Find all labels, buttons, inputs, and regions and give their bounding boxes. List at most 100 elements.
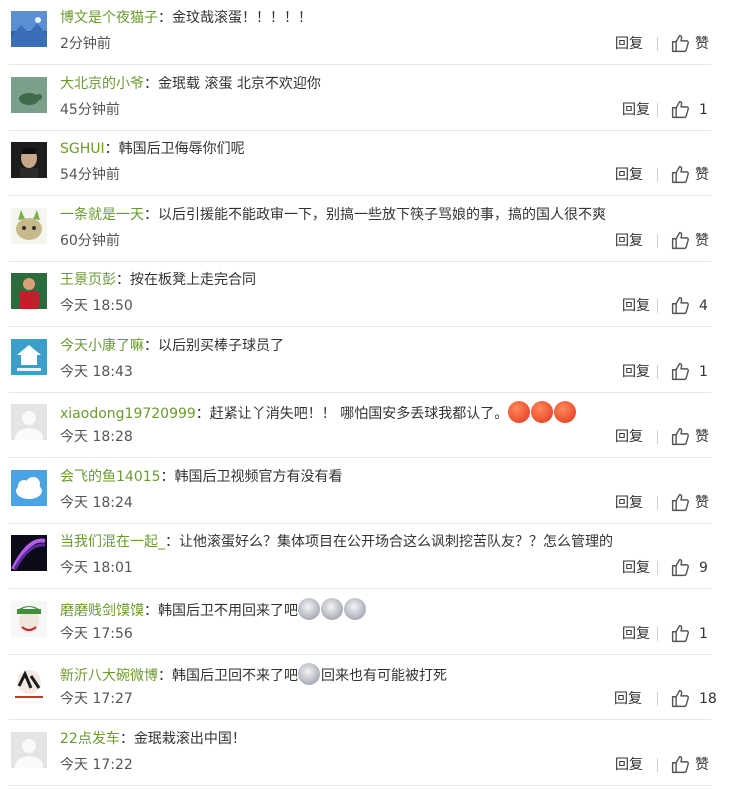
username-link[interactable]: 会飞的鱼14015: [60, 469, 161, 485]
like-button[interactable]: 4: [670, 295, 708, 317]
avatar[interactable]: [11, 600, 47, 637]
like-button[interactable]: 赞: [670, 164, 709, 186]
comment-content: 新沂八大碗微博：韩国后卫回不来了吧 回来也有可能被打死: [60, 663, 711, 686]
avatar[interactable]: [11, 404, 47, 440]
like-count: 1: [699, 625, 708, 642]
comment-text: 以后引援能不能政审一下，别搞一些放下筷子骂娘的事，搞的国人很不爽: [158, 206, 606, 223]
thumbs-up-icon: [670, 230, 691, 252]
reply-button[interactable]: 回复: [622, 624, 650, 644]
fish-face-emoji: [344, 597, 366, 620]
username-link[interactable]: 博文是个夜猫子: [60, 10, 158, 26]
reply-button[interactable]: 回复: [614, 689, 642, 709]
like-count: 18: [699, 691, 717, 707]
avatar[interactable]: [11, 731, 47, 768]
comment-content: 磨磨贱剑馍馍：韩国后卫不用回来了吧: [60, 597, 711, 621]
username-link[interactable]: 新沂八大碗微博: [60, 668, 158, 684]
like-button[interactable]: 赞: [670, 492, 709, 514]
reply-button[interactable]: 回复: [615, 755, 643, 775]
avatar[interactable]: [11, 76, 47, 113]
comment-content: xiaodong19720999：赶紧让丫消失吧！！ 哪怕国安多丢球我都认了。: [60, 401, 711, 424]
colon-separator: ：: [144, 75, 158, 92]
timestamp: 今天 18:24: [60, 494, 133, 511]
like-button[interactable]: 赞: [670, 33, 709, 55]
username-link[interactable]: 当我们混在一起_: [60, 534, 165, 550]
colon-separator: ：: [144, 602, 158, 619]
action-divider: [657, 364, 658, 379]
comment-content: SGHUI：韩国后卫侮辱你们呢: [60, 139, 711, 159]
timestamp: 今天 17:56: [60, 625, 133, 642]
like-button[interactable]: 1: [670, 623, 708, 645]
like-count: 赞: [695, 494, 709, 511]
reply-button[interactable]: 回复: [622, 558, 650, 578]
avatar[interactable]: [11, 273, 47, 309]
like-count: 赞: [695, 429, 709, 445]
action-divider: [657, 299, 658, 313]
thumbs-up-icon: [670, 492, 691, 514]
like-count: 赞: [695, 232, 709, 249]
thumbs-up-icon: [670, 623, 691, 645]
timestamp: 45分钟前: [60, 101, 120, 118]
reply-button[interactable]: 回复: [615, 231, 643, 251]
username-link[interactable]: 王景页彭: [60, 272, 116, 288]
comment-item: 王景页彭：按在板凳上走完合同今天 18:50 回复 4: [0, 262, 731, 327]
avatar[interactable]: [11, 535, 47, 571]
comment-text: 金珉栽滚出中国！: [133, 730, 246, 747]
avatar[interactable]: [11, 666, 47, 702]
username-link[interactable]: 磨磨贱剑馍馍: [60, 603, 144, 619]
comment-text: 金玟哉滚蛋！！！！！: [172, 10, 312, 26]
timestamp: 今天 18:50: [60, 298, 133, 314]
thumbs-up-icon: [670, 754, 691, 776]
avatar[interactable]: [11, 142, 47, 178]
reply-button[interactable]: 回复: [622, 296, 650, 316]
timestamp: 今天 17:27: [60, 691, 133, 707]
comment-item: 当我们混在一起_：让他滚蛋好么？集体项目在公开场合这么讽刺挖苦队友？？怎么管理的…: [0, 524, 731, 589]
avatar[interactable]: [11, 207, 47, 244]
username-link[interactable]: 大北京的小爷: [60, 76, 144, 92]
thumbs-up-icon: [670, 99, 691, 121]
username-link[interactable]: 一条就是一天: [60, 207, 144, 223]
reply-button[interactable]: 回复: [615, 34, 643, 54]
comment-text: 赶紧让丫消失吧！！ 哪怕国安多丢球我都认了。: [209, 406, 509, 422]
like-count: 赞: [695, 756, 709, 773]
row-divider: [9, 784, 711, 786]
action-divider: [657, 561, 658, 575]
fish-face-emoji: [298, 663, 320, 685]
avatar[interactable]: [11, 469, 47, 506]
like-button[interactable]: 18: [670, 688, 717, 710]
comment-text: 金珉载 滚蛋 北京不欢迎你: [158, 75, 321, 92]
colon-separator: ：: [165, 534, 179, 550]
like-button[interactable]: 1: [670, 361, 708, 383]
action-divider: [657, 37, 658, 51]
comment-text: 韩国后卫视频官方有没有看: [174, 468, 343, 485]
comment-content: 王景页彭：按在板凳上走完合同: [60, 270, 711, 290]
username-link[interactable]: 22点发车: [60, 731, 120, 747]
colon-separator: ：: [160, 468, 175, 485]
comment-content: 今天小康了嘛：以后别买棒子球员了: [60, 336, 711, 356]
reply-button[interactable]: 回复: [622, 362, 650, 382]
like-button[interactable]: 赞: [670, 754, 709, 776]
username-link[interactable]: xiaodong19720999: [60, 406, 196, 422]
like-button[interactable]: 1: [670, 99, 708, 121]
avatar[interactable]: [11, 338, 47, 375]
avatar[interactable]: [11, 11, 47, 47]
like-button[interactable]: 赞: [670, 426, 709, 448]
username-link[interactable]: 今天小康了嘛: [60, 338, 144, 354]
comment-item: 会飞的鱼14015：韩国后卫视频官方有没有看 今天 18:24 回复 赞: [0, 459, 731, 524]
reply-button[interactable]: 回复: [615, 427, 643, 447]
action-divider: [657, 692, 658, 706]
colon-separator: ：: [116, 272, 130, 288]
comment-item: 磨磨贱剑馍馍：韩国后卫不用回来了吧今天 17:56 回复 1: [0, 590, 731, 655]
comment-item: SGHUI：韩国后卫侮辱你们呢 54分钟前 回复 赞: [0, 131, 731, 196]
username-link[interactable]: SGHUI: [60, 141, 105, 157]
reply-button[interactable]: 回复: [615, 165, 643, 185]
comment-item: 22点发车：金珉栽滚出中国！ 今天 17:22 回复赞: [0, 721, 731, 786]
timestamp: 2分钟前: [60, 36, 111, 52]
comment-content: 会飞的鱼14015：韩国后卫视频官方有没有看: [60, 467, 711, 487]
comment-item: 大北京的小爷：金珉载 滚蛋 北京不欢迎你 45分钟前 回复 1: [0, 66, 731, 131]
like-button[interactable]: 9: [670, 557, 708, 579]
comment-item: 博文是个夜猫子：金玟哉滚蛋！！！！！ 2分钟前 回复 赞: [0, 0, 731, 65]
comment-text: 让他滚蛋好么？集体项目在公开场合这么讽刺挖苦队友？？怎么管理的: [179, 534, 613, 550]
reply-button[interactable]: 回复: [615, 493, 643, 513]
reply-button[interactable]: 回复: [622, 100, 650, 120]
like-button[interactable]: 赞: [670, 230, 709, 252]
